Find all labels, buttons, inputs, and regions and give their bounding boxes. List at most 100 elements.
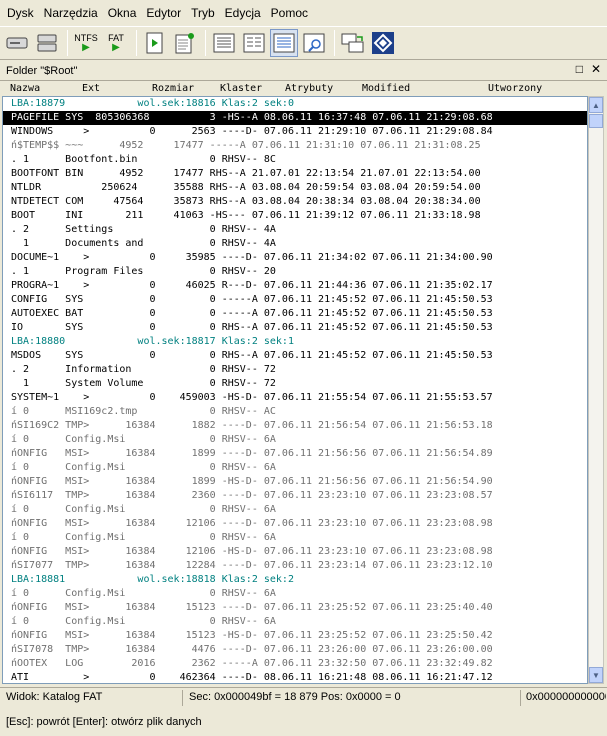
sector-header-row[interactable]: LBA:18881 wol.sek:18818 Klas:2 sek:2 xyxy=(3,573,587,587)
table-row[interactable]: BOOT INI 211 41063 -HS--- 07.06.11 21:39… xyxy=(3,209,587,223)
menu-dysk[interactable]: Dysk xyxy=(2,0,39,26)
table-row[interactable]: 1 System Volume 0 RHSV-- 72 xyxy=(3,377,587,391)
status-view: Widok: Katalog FAT xyxy=(6,691,103,703)
table-row[interactable]: WINDOWS > 0 2563 ----D- 07.06.11 21:29:1… xyxy=(3,125,587,139)
open-document-button[interactable] xyxy=(141,29,169,57)
table-row[interactable]: í 0 Config.Msi 0 RHSV-- 6A xyxy=(3,531,587,545)
table-row[interactable]: ńONFIG MSI> 16384 15123 ----D- 07.06.11 … xyxy=(3,601,587,615)
table-row[interactable]: MSDOS SYS 0 0 RHS--A 07.06.11 21:45:52 0… xyxy=(3,349,587,363)
status-sector: Sec: 0x000049bf = 18 879 Pos: 0x0000 = 0 xyxy=(189,691,401,703)
view-directory-button[interactable] xyxy=(270,29,298,57)
table-row[interactable]: . 2 Settings 0 RHSV-- 4A xyxy=(3,223,587,237)
table-row[interactable]: IO SYS 0 0 RHS--A 07.06.11 21:45:52 07.0… xyxy=(3,321,587,335)
column-header-size[interactable]: Rozmiar xyxy=(152,82,194,96)
view-details-button[interactable] xyxy=(210,29,238,57)
new-document-button[interactable] xyxy=(171,29,199,57)
table-row[interactable]: í 0 Config.Msi 0 RHSV-- 6A xyxy=(3,461,587,475)
column-header-modified[interactable]: Modified xyxy=(362,82,410,96)
selected-table-row[interactable]: PAGEFILE SYS 805306368 3 -HS--A 08.06.11… xyxy=(3,111,587,125)
restore-icon[interactable]: □ xyxy=(576,62,583,76)
table-row[interactable]: . 1 Program Files 0 RHSV-- 20 xyxy=(3,265,587,279)
table-row[interactable]: í 0 MSI169c2.tmp 0 RHSV-- AC xyxy=(3,405,587,419)
table-row[interactable]: ńSI7078 TMP> 16384 4476 ----D- 07.06.11 … xyxy=(3,643,587,657)
sector-header-row[interactable]: LBA:18879 wol.sek:18816 Klas:2 sek:0 xyxy=(3,97,587,111)
close-icon[interactable]: ✕ xyxy=(591,62,601,76)
view-list-button[interactable] xyxy=(240,29,268,57)
table-row[interactable]: ńOOTEX LOG 2016 2362 -----A 07.06.11 23:… xyxy=(3,657,587,671)
document-play-icon xyxy=(146,32,163,54)
table-row[interactable]: ńONFIG MSI> 16384 1899 ----D- 07.06.11 2… xyxy=(3,447,587,461)
table-row[interactable]: PROGRA~1 > 0 46025 R---D- 07.06.11 21:44… xyxy=(3,279,587,293)
search-document-icon xyxy=(303,33,325,53)
menu-edytor[interactable]: Edytor xyxy=(141,0,186,26)
table-row[interactable]: . 2 Information 0 RHSV-- 72 xyxy=(3,363,587,377)
scrollbar-thumb[interactable] xyxy=(589,114,603,128)
menu-okna[interactable]: Okna xyxy=(103,0,142,26)
table-row[interactable]: í 0 Config.Msi 0 RHSV-- 6A xyxy=(3,503,587,517)
keyboard-hint-bar: [Esc]: powrót [Enter]: otwórz plik danyc… xyxy=(0,712,607,734)
ntfs-button[interactable]: NTFS ▶ xyxy=(72,29,100,57)
menu-narzedzia[interactable]: Narzędzia xyxy=(39,0,103,26)
toolbar: NTFS ▶ FAT ▶ xyxy=(0,26,607,60)
table-row[interactable]: í 0 Config.Msi 0 RHSV-- 6A xyxy=(3,433,587,447)
column-header-cluster[interactable]: Klaster xyxy=(220,82,262,96)
directory-view-icon xyxy=(273,33,295,53)
status-bar: Widok: Katalog FAT Sec: 0x000049bf = 18 … xyxy=(0,687,607,707)
table-row[interactable]: ń$TEMP$$ ~~~ 4952 17477 -----A 07.06.11 … xyxy=(3,139,587,153)
table-row[interactable]: BOOTFONT BIN 4952 17477 RHS--A 21.07.01 … xyxy=(3,167,587,181)
app-logo-icon xyxy=(372,32,394,54)
column-header-name[interactable]: Nazwa xyxy=(10,82,40,96)
table-row[interactable]: ńSI169C2 TMP> 16384 1882 ----D- 07.06.11… xyxy=(3,419,587,433)
table-row[interactable]: SYSTEM~1 > 0 459003 -HS-D- 07.06.11 21:5… xyxy=(3,391,587,405)
menu-tryb[interactable]: Tryb xyxy=(186,0,220,26)
transfer-icon xyxy=(341,33,364,53)
toolbar-separator xyxy=(334,30,335,56)
sector-header-row[interactable]: LBA:18880 wol.sek:18817 Klas:2 sek:1 xyxy=(3,335,587,349)
table-row[interactable]: ńONFIG MSI> 16384 1899 -HS-D- 07.06.11 2… xyxy=(3,475,587,489)
column-header-row: Nazwa Ext Rozmiar Klaster Atrybuty Modif… xyxy=(2,82,588,96)
table-row[interactable]: ńONFIG MSI> 16384 12106 ----D- 07.06.11 … xyxy=(3,517,587,531)
hard-drive-icon xyxy=(6,37,28,49)
disk-stack-button[interactable] xyxy=(33,29,61,57)
table-row[interactable]: NTDETECT COM 47564 35873 RHS--A 03.08.04… xyxy=(3,195,587,209)
table-row[interactable]: ńONFIG MSI> 16384 12106 -HS-D- 07.06.11 … xyxy=(3,545,587,559)
play-icon: ▶ xyxy=(82,42,90,53)
column-header-ext[interactable]: Ext xyxy=(82,82,100,96)
column-header-attributes[interactable]: Atrybuty xyxy=(285,82,333,96)
menu-pomoc[interactable]: Pomoc xyxy=(266,0,313,26)
table-row[interactable]: ATI > 0 462364 ----D- 08.06.11 16:21:48 … xyxy=(3,671,587,683)
vertical-scrollbar[interactable]: ▲ ▼ xyxy=(588,96,604,684)
table-row[interactable]: 1 Documents and 0 RHSV-- 4A xyxy=(3,237,587,251)
scroll-down-arrow-icon[interactable]: ▼ xyxy=(589,667,603,683)
table-row[interactable]: CONFIG SYS 0 0 -----A 07.06.11 21:45:52 … xyxy=(3,293,587,307)
table-row[interactable]: í 0 Config.Msi 0 RHSV-- 6A xyxy=(3,615,587,629)
search-view-button[interactable] xyxy=(300,29,328,57)
table-row[interactable]: ńSI7077 TMP> 16384 12284 ----D- 07.06.11… xyxy=(3,559,587,573)
toolbar-separator xyxy=(205,30,206,56)
list-details-icon xyxy=(213,33,235,53)
table-row[interactable]: ńONFIG MSI> 16384 15123 -HS-D- 07.06.11 … xyxy=(3,629,587,643)
table-row[interactable]: . 1 Bootfont.bin 0 RHSV-- 8C xyxy=(3,153,587,167)
directory-listing[interactable]: LBA:18879 wol.sek:18816 Klas:2 sek:0 PAGE… xyxy=(2,96,588,684)
menu-edycja[interactable]: Edycja xyxy=(220,0,266,26)
drive-stack-icon xyxy=(37,34,57,52)
table-row[interactable]: NTLDR 250624 35588 RHS--A 03.08.04 20:59… xyxy=(3,181,587,195)
folder-title: Folder "$Root" xyxy=(6,64,78,77)
column-header-created[interactable]: Utworzony xyxy=(488,82,542,96)
status-separator xyxy=(182,690,183,706)
table-row[interactable]: í 0 Config.Msi 0 RHSV-- 6A xyxy=(3,587,587,601)
scroll-up-arrow-icon[interactable]: ▲ xyxy=(589,97,603,113)
status-separator xyxy=(520,690,521,706)
fat-button[interactable]: FAT ▶ xyxy=(102,29,130,57)
table-row[interactable]: ńSI6117 TMP> 16384 2360 ----D- 07.06.11 … xyxy=(3,489,587,503)
disk-drive-button[interactable] xyxy=(3,29,31,57)
copy-transfer-button[interactable] xyxy=(339,29,367,57)
toolbar-separator xyxy=(67,30,68,56)
menu-bar: Dysk Narzędzia Okna Edytor Tryb Edycja P… xyxy=(0,0,607,26)
toolbar-separator xyxy=(136,30,137,56)
about-logo-button[interactable] xyxy=(369,29,397,57)
document-star-icon xyxy=(175,33,194,54)
play-icon: ▶ xyxy=(112,42,120,53)
table-row[interactable]: DOCUME~1 > 0 35985 ----D- 07.06.11 21:34… xyxy=(3,251,587,265)
table-row[interactable]: AUTOEXEC BAT 0 0 -----A 07.06.11 21:45:5… xyxy=(3,307,587,321)
